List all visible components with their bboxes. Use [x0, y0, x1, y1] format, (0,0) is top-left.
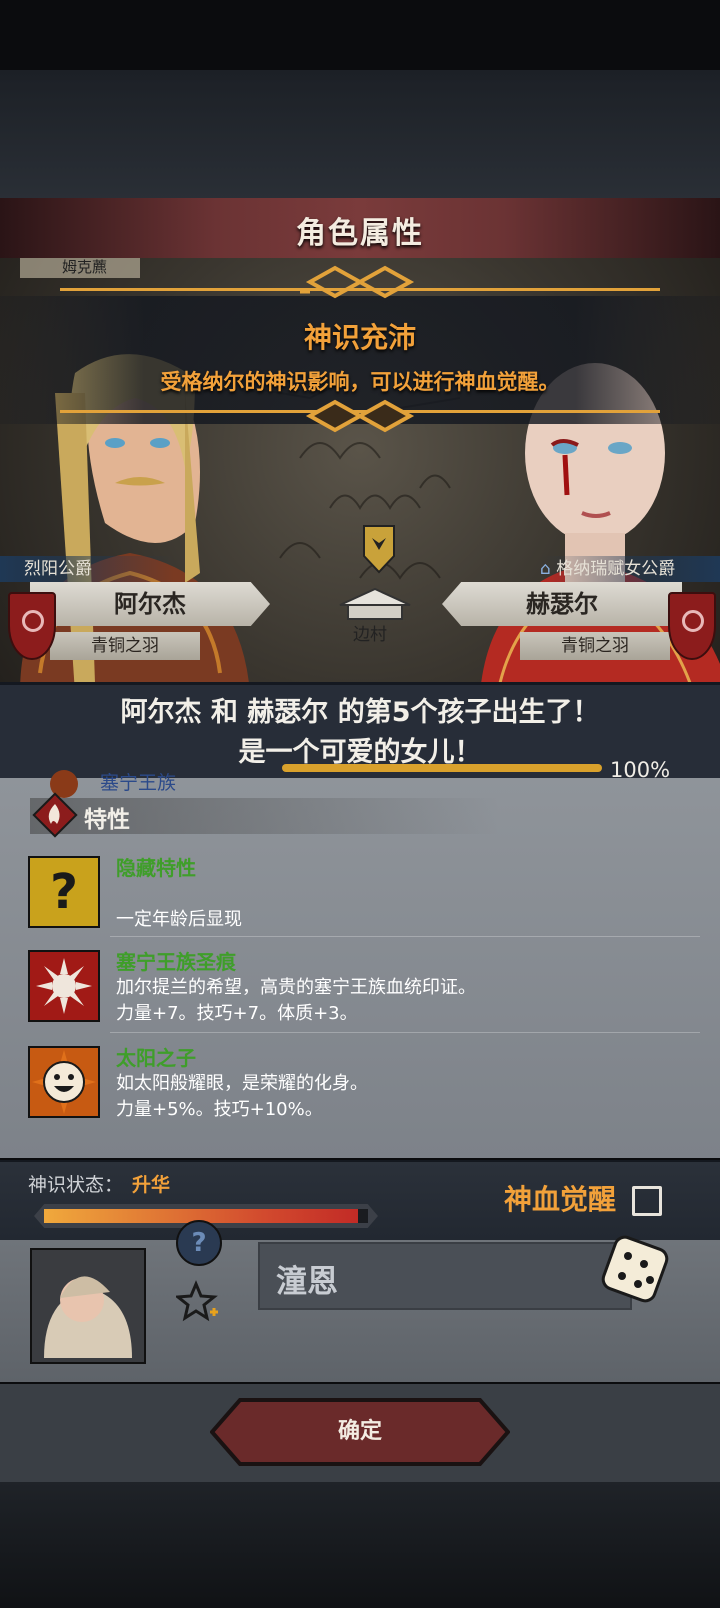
- map-corner-label: 姆克藨: [62, 258, 108, 276]
- add-favorite-button[interactable]: [176, 1280, 220, 1324]
- village-house-icon: [339, 587, 411, 620]
- divider: [110, 936, 700, 937]
- mother-title-row: ⌂ 格纳瑞赋女公爵: [540, 556, 720, 582]
- house-crest-icon: [363, 525, 395, 574]
- child-name-value: 潼恩: [276, 1264, 338, 1300]
- white-sun-icon: [28, 950, 100, 1022]
- father-shield-icon: [8, 592, 56, 660]
- crown-icon: ⌂: [540, 559, 551, 579]
- mother-shield-icon: [668, 592, 716, 660]
- father-title: 烈阳公爵: [0, 556, 174, 582]
- trait-name: 塞宁王族圣痕: [116, 950, 236, 974]
- divine-status-bar: 神识状态： 升华 神血觉醒: [0, 1160, 720, 1242]
- traits-section-title: 特性: [84, 807, 130, 833]
- father-subtitle: 青铜之羽: [50, 632, 200, 660]
- birth-message-line1: 阿尔杰 和 赫瑟尔 的第5个孩子出生了！: [120, 697, 600, 728]
- father-name: 阿尔杰: [30, 582, 270, 626]
- lineage-percent: 100%: [610, 758, 671, 782]
- lineage-progress-fill: [282, 764, 602, 772]
- awakening-label: 神血觉醒: [504, 1183, 617, 1216]
- awakening-checkbox[interactable]: [632, 1186, 662, 1216]
- trait-name: 太阳之子: [116, 1046, 196, 1070]
- banner-description: 受格纳尔的神识影响，可以进行神血觉醒。: [160, 370, 560, 394]
- trait-description: 加尔提兰的希望，高贵的塞宁王族血统印证。: [116, 977, 476, 998]
- page-title: 角色属性: [296, 216, 424, 251]
- bottom-band: [0, 1482, 720, 1608]
- lineage-progress-track: [282, 764, 602, 772]
- child-avatar: [30, 1248, 146, 1364]
- top-ornament-icon: [300, 265, 415, 299]
- help-button[interactable]: ?: [176, 1220, 222, 1266]
- top-rule: [60, 288, 660, 291]
- dice-icon[interactable]: [598, 1232, 674, 1308]
- traits-panel: 塞宁王族 100% 特性 ? 隐藏特性 一定年龄后显现 塞宁王族圣痕 加尔提兰的…: [0, 758, 720, 1158]
- trait-effect: 力量+5%。技巧+10%。: [116, 1099, 323, 1120]
- banner-title: 神识充沛: [303, 321, 416, 354]
- confirm-button[interactable]: 确定: [218, 1404, 502, 1460]
- top-band: [0, 70, 720, 200]
- mother-subtitle: 青铜之羽: [520, 632, 670, 660]
- traits-fire-icon: [32, 792, 78, 838]
- trait-effect: 力量+7。技巧+7。体质+3。: [116, 1003, 358, 1024]
- divine-progress-frame: [34, 1176, 378, 1200]
- mother-title: 格纳瑞赋女公爵: [556, 559, 676, 579]
- bottom-ornament-icon: [305, 399, 415, 433]
- village-label: 边村: [353, 625, 387, 645]
- child-name-input[interactable]: 潼恩: [258, 1242, 632, 1310]
- title-bar: 角色属性: [0, 198, 720, 261]
- child-panel: ? 潼恩: [0, 1220, 720, 1382]
- trait-effect: 一定年龄后显现: [116, 909, 242, 930]
- smiling-sun-icon: [28, 1046, 100, 1118]
- lineage-name: 塞宁王族: [100, 772, 177, 794]
- divider: [110, 1032, 700, 1033]
- mother-name: 赫瑟尔: [442, 582, 682, 626]
- trait-name: 隐藏特性: [116, 856, 196, 880]
- trait-description: 如太阳般耀眼，是荣耀的化身。: [116, 1073, 368, 1094]
- question-icon: ?: [28, 856, 100, 928]
